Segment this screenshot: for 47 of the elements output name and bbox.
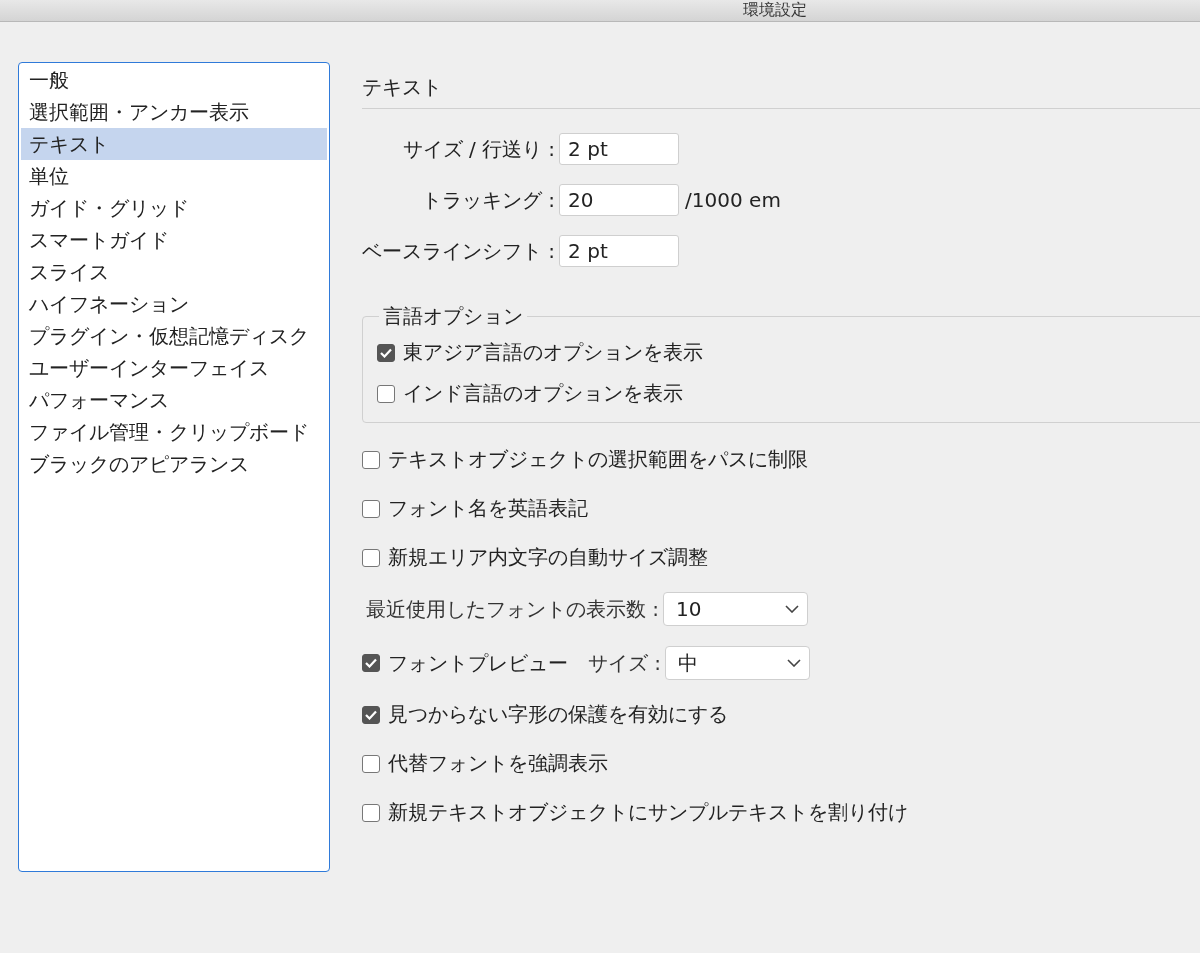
input-field[interactable]: 20	[559, 184, 680, 216]
checkbox[interactable]	[362, 499, 380, 518]
checkbox-label: インド言語のオプションを表示	[403, 380, 683, 407]
category-item[interactable]: テキスト	[21, 128, 327, 160]
checkbox[interactable]	[362, 450, 380, 469]
unit-label: /1000 em	[685, 188, 781, 212]
checkbox-label: テキストオブジェクトの選択範囲をパスに制限	[388, 446, 808, 473]
checkbox[interactable]	[377, 343, 395, 362]
chevron-down-icon	[785, 605, 800, 613]
checkbox-label: フォント名を英語表記	[388, 495, 588, 522]
checkbox-label: 見つからない字形の保護を有効にする	[388, 701, 728, 728]
checkbox[interactable]	[362, 754, 380, 773]
checkbox-label: 新規エリア内文字の自動サイズ調整	[388, 544, 708, 571]
checkbox-label: 代替フォントを強調表示	[388, 750, 608, 777]
window-title: 環境設定	[743, 0, 807, 21]
category-item[interactable]: ファイル管理・クリップボード	[21, 416, 327, 448]
field-label: トラッキング :	[421, 186, 556, 214]
chevron-down-icon	[787, 659, 802, 667]
category-item[interactable]: パフォーマンス	[21, 384, 327, 416]
dropdown[interactable]: 中	[665, 646, 811, 680]
category-item[interactable]: スマートガイド	[21, 224, 327, 256]
checkbox[interactable]	[362, 705, 380, 724]
checkbox[interactable]	[362, 548, 380, 567]
category-item[interactable]: スライス	[21, 256, 327, 288]
category-item[interactable]: ブラックのアピアランス	[21, 448, 327, 480]
input-field[interactable]: 2 pt	[559, 133, 680, 165]
checkbox-label: フォントプレビュー	[388, 649, 568, 677]
category-item[interactable]: 一般	[21, 64, 327, 96]
input-field[interactable]: 2 pt	[559, 235, 680, 267]
dropdown-label: サイズ :	[588, 649, 662, 677]
checkbox[interactable]	[362, 654, 380, 672]
category-item[interactable]: ユーザーインターフェイス	[21, 352, 327, 384]
dropdown-label: 最近使用したフォントの表示数 :	[366, 595, 660, 623]
category-item[interactable]: プラグイン・仮想記憶ディスク	[21, 320, 327, 352]
field-label: ベースラインシフト :	[362, 237, 556, 265]
checkbox-label: 新規テキストオブジェクトにサンプルテキストを割り付け	[388, 799, 908, 826]
checkbox-label: 東アジア言語のオプションを表示	[403, 339, 703, 366]
field-label: サイズ / 行送り :	[401, 135, 556, 163]
category-item[interactable]: ガイド・グリッド	[21, 192, 327, 224]
category-item[interactable]: 選択範囲・アンカー表示	[21, 96, 327, 128]
checkbox[interactable]	[362, 803, 380, 822]
group-title: 言語オプション	[382, 303, 524, 330]
dropdown[interactable]: 10	[663, 592, 809, 626]
section-title: テキスト	[362, 74, 1200, 109]
category-item[interactable]: ハイフネーション	[21, 288, 327, 320]
category-item[interactable]: 単位	[21, 160, 327, 192]
checkbox[interactable]	[377, 384, 395, 403]
